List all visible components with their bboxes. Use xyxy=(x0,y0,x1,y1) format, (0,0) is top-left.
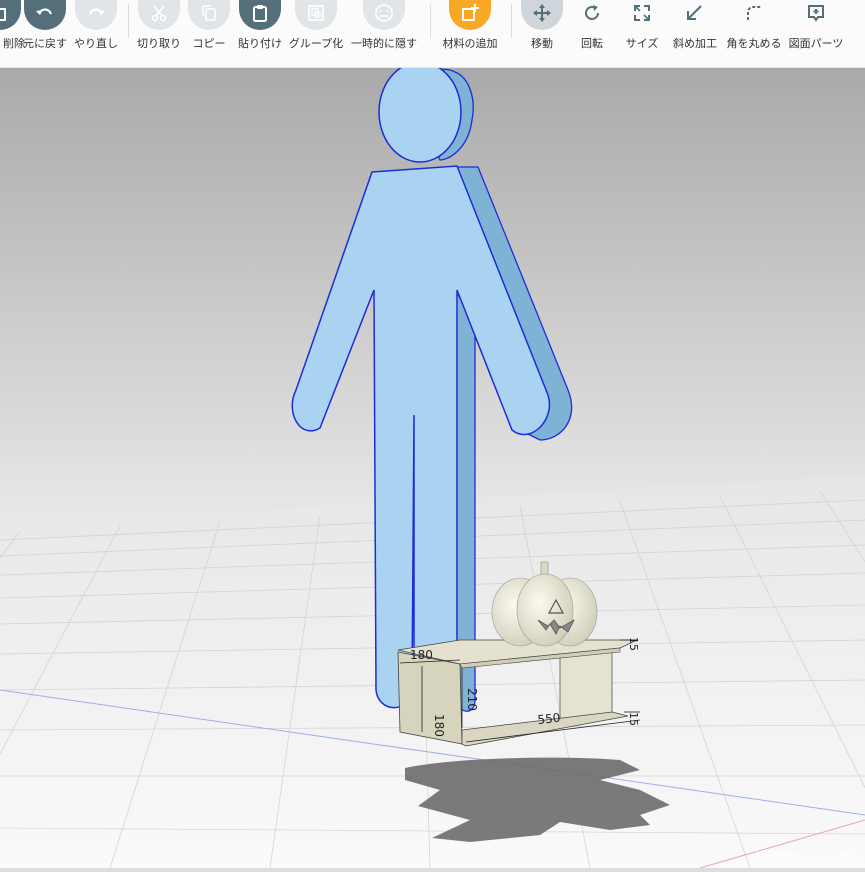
dim-inner-height: 210 xyxy=(465,688,479,711)
dim-side-height: 180 xyxy=(432,714,446,737)
dim-top-depth: 180 xyxy=(410,648,433,662)
redo-icon xyxy=(75,0,117,30)
dim-bottom-thickness: 15 xyxy=(627,712,640,726)
group-icon xyxy=(295,0,337,30)
rotate-icon xyxy=(571,0,613,30)
round-corner-icon xyxy=(733,0,775,30)
add-material-icon xyxy=(449,0,491,30)
move-icon xyxy=(521,0,563,30)
hide-icon xyxy=(363,0,405,30)
group-button[interactable]: グループ化 xyxy=(284,0,348,60)
dim-top-thickness: 15 xyxy=(627,637,640,651)
drawing-parts-button[interactable]: 図面パーツ xyxy=(784,0,848,60)
paste-button[interactable]: 貼り付け xyxy=(228,0,292,60)
redo-button[interactable]: やり直し xyxy=(64,0,128,60)
clipboard-icon xyxy=(239,0,281,30)
resize-icon xyxy=(621,0,663,30)
toolbar: 削除 元に戻す やり直し 切り取り コピー 貼り付け グループ化 一時的に隠す … xyxy=(0,0,865,68)
scene-canvas: 180 180 210 550 15 15 xyxy=(0,61,865,869)
add-material-button[interactable]: 材料の追加 xyxy=(438,0,502,60)
hide-temporarily-button[interactable]: 一時的に隠す xyxy=(351,0,417,60)
round-corners-button[interactable]: 角を丸める xyxy=(722,0,786,60)
watermark: naosuzo.com xyxy=(754,846,859,864)
bevel-button[interactable]: 斜め加工 xyxy=(663,0,727,60)
dim-bottom-width: 550 xyxy=(537,711,561,727)
undo-icon xyxy=(24,0,66,30)
drawing-parts-icon xyxy=(795,0,837,30)
figure-head xyxy=(378,61,462,163)
scissors-icon xyxy=(138,0,180,30)
viewport-3d[interactable]: 180 180 210 550 15 15 naosuzo.com xyxy=(0,61,865,869)
copy-icon xyxy=(188,0,230,30)
diagonal-arrow-icon xyxy=(674,0,716,30)
toolbar-divider xyxy=(430,4,431,38)
